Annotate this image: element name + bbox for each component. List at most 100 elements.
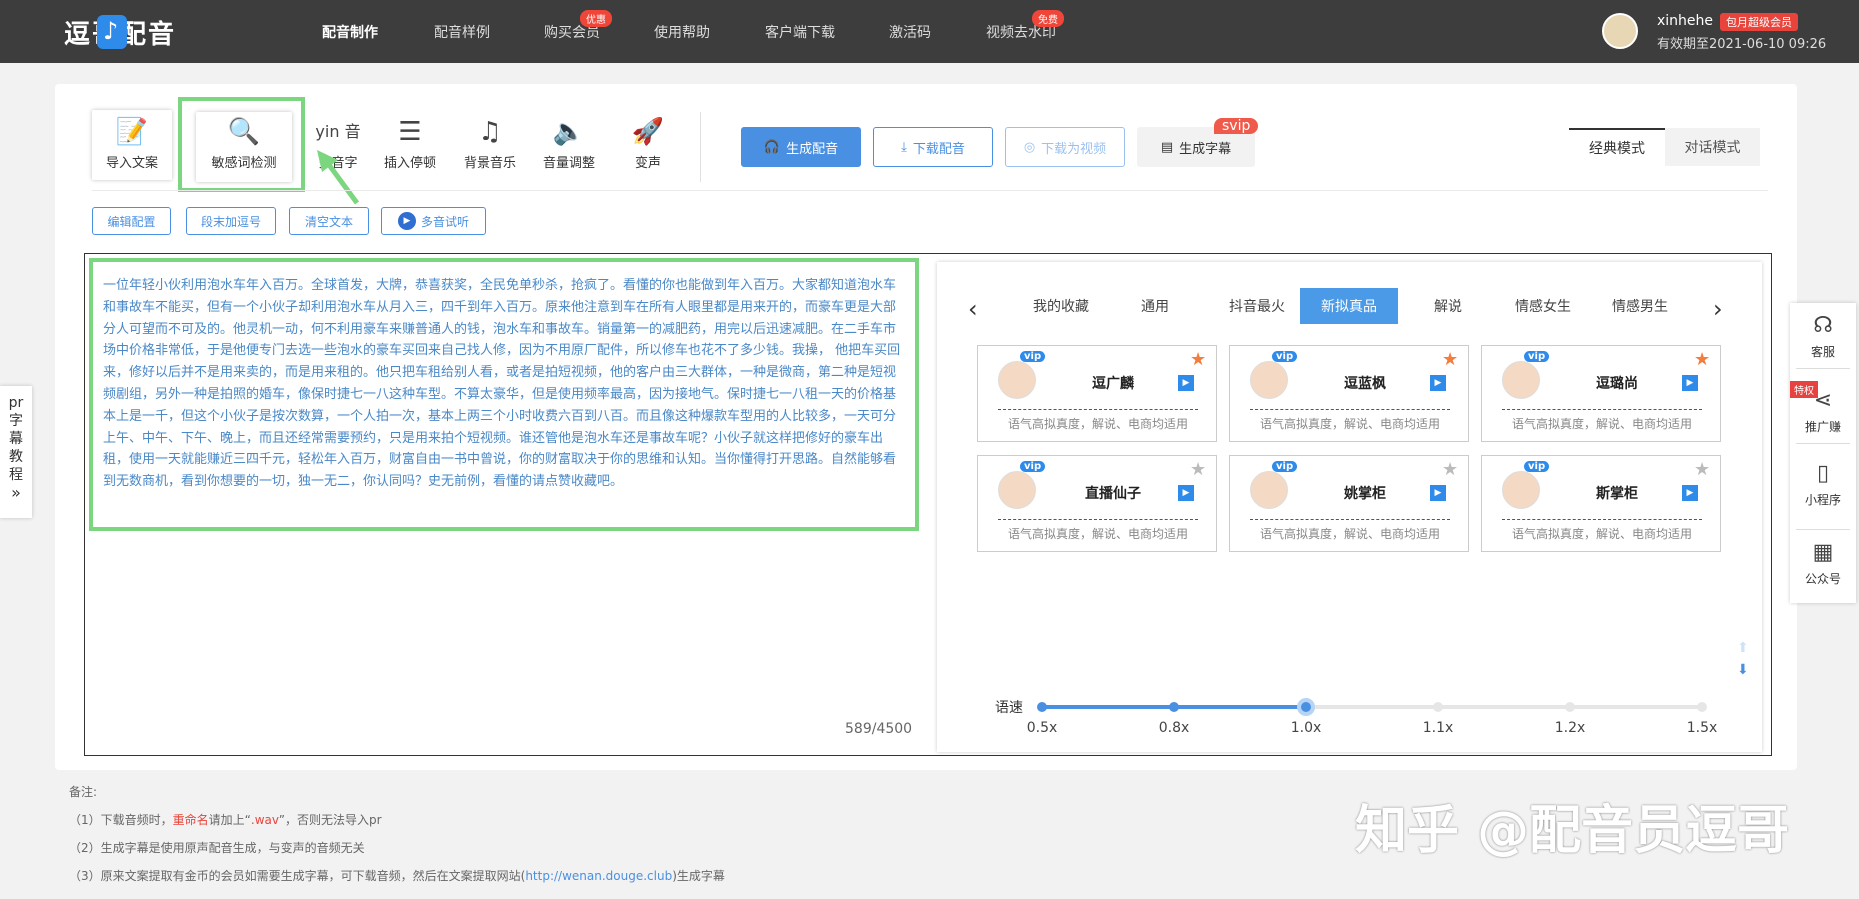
speed-option-label[interactable]: 1.1x [1413,720,1463,736]
star-icon[interactable]: ★ [1442,459,1458,480]
star-icon[interactable]: ★ [1442,349,1458,370]
polyphone-icon: yin 音 [315,122,361,141]
voice-name: 姚掌柜 [1344,486,1386,502]
download-icon: ⤓ [901,139,907,155]
button-label: 下载为视频 [1041,141,1107,157]
tab-douyin-hot[interactable]: 抖音最火 [1215,288,1299,324]
vip-tag: vip [1524,461,1550,472]
play-icon[interactable]: ▶ [1682,485,1698,501]
import-doc-tool[interactable]: 📝 导入文案 [97,112,167,171]
voice-card[interactable]: vip 逗璐尚 ▶ ★ 语气高拟真度，解说、电商均适用 [1481,345,1721,442]
nav-activation-code[interactable]: 激活码 [889,22,931,42]
speed-stop[interactable] [1565,702,1575,712]
user-avatar[interactable] [1602,13,1638,49]
note-text: （3）原来文案提取有金币的会员如需要生成字幕，可下载音频，然后在文案提取网站( [69,869,526,883]
divider [998,409,1198,410]
speed-option-label[interactable]: 1.0x [1281,720,1331,736]
note-line-3: （3）原来文案提取有金币的会员如需要生成字幕，可下载音频，然后在文案提取网站(h… [69,867,725,884]
double-chevron-right-icon: » [11,483,21,502]
speed-option-label[interactable]: 1.5x [1677,720,1727,736]
star-icon[interactable]: ★ [1694,459,1710,480]
official-account-item[interactable]: ▦ 公众号 [1790,540,1856,587]
voice-name: 直播仙子 [1085,486,1141,502]
scroll-up-icon[interactable]: ⬆ [1737,640,1749,656]
divider [1796,368,1850,369]
star-icon[interactable]: ★ [1190,349,1206,370]
multi-listen-button[interactable]: ▶ 多音试听 [381,207,486,235]
logo[interactable]: 逗哥配音 [28,12,176,52]
voice-card[interactable]: vip 逗蓝枫 ▶ ★ 语气高拟真度，解说、电商均适用 [1229,345,1469,442]
voice-card[interactable]: vip 姚掌柜 ▶ ★ 语气高拟真度，解说、电商均适用 [1229,455,1469,552]
pr-subtitle-tutorial-tab[interactable]: pr字幕教程 » [0,386,32,518]
voice-card[interactable]: vip 斯掌柜 ▶ ★ 语气高拟真度，解说、电商均适用 [1481,455,1721,552]
tab-general[interactable]: 通用 [1118,288,1192,324]
nav-help[interactable]: 使用帮助 [654,22,710,42]
play-icon[interactable]: ▶ [1682,375,1698,391]
download-video-button[interactable]: ◎ 下载为视频 [1005,127,1125,167]
voice-avatar [1250,471,1288,509]
free-badge: 免费 [1032,10,1064,27]
chevron-left-icon[interactable]: ‹ [968,295,978,323]
green-arrow-icon [317,150,360,205]
speed-option-label[interactable]: 0.8x [1149,720,1199,736]
music-note-logo-icon [97,15,127,49]
scroll-down-icon[interactable]: ⬇ [1737,662,1749,678]
speed-slider[interactable] [1037,698,1707,716]
tab-commentary[interactable]: 解说 [1408,288,1488,324]
speed-stop[interactable] [1037,702,1047,712]
star-icon[interactable]: ★ [1694,349,1710,370]
volume-tool[interactable]: 🔈 音量调整 [534,112,604,171]
play-icon[interactable]: ▶ [1178,485,1194,501]
play-icon[interactable]: ▶ [1178,375,1194,391]
vip-tag: vip [1020,461,1046,472]
script-text[interactable]: 一位年轻小伙利用泡水车年入百万。全球首发，大牌，恭喜获奖，全民免单秒杀，抢疯了。… [103,275,903,493]
clear-text-button[interactable]: 清空文本 [289,207,369,235]
bg-music-tool[interactable]: ♫ 背景音乐 [455,112,525,171]
speed-stop[interactable] [1169,702,1179,712]
button-label: 生成字幕 [1179,141,1232,157]
voice-avatar [998,361,1036,399]
nav-client-download[interactable]: 客户端下载 [765,22,835,42]
tab-new-realistic[interactable]: 新拟真品 [1300,288,1398,324]
chevron-right-icon[interactable]: › [1713,295,1723,323]
qrcode-icon: ▦ [1812,540,1834,565]
vip-tag: vip [1272,351,1298,362]
edit-config-button[interactable]: 编辑配置 [92,207,171,235]
play-icon[interactable]: ▶ [1430,375,1446,391]
voice-card[interactable]: vip 直播仙子 ▶ ★ 语气高拟真度，解说、电商均适用 [977,455,1217,552]
voice-avatar [1502,471,1540,509]
play-icon[interactable]: ▶ [1430,485,1446,501]
note-link[interactable]: http://wenan.douge.club [525,869,672,883]
tool-label: 背景音乐 [463,156,516,171]
speed-option-label[interactable]: 1.2x [1545,720,1595,736]
voice-avatar [1250,361,1288,399]
voice-card[interactable]: vip 逗广麟 ▶ ★ 语气高拟真度，解说、电商均适用 [977,345,1217,442]
tab-favorites[interactable]: 我的收藏 [1020,288,1102,324]
tab-emotional-female[interactable]: 情感女生 [1502,288,1584,324]
star-icon[interactable]: ★ [1190,459,1206,480]
speed-label: 语速 [995,700,1023,716]
download-dubbing-button[interactable]: ⤓ 下载配音 [873,127,993,167]
generate-dubbing-button[interactable]: 🎧 生成配音 [741,127,861,167]
speed-stop[interactable] [1697,702,1707,712]
speed-stop[interactable] [1297,698,1315,716]
customer-service-item[interactable]: ☊ 客服 [1790,313,1856,360]
voice-desc: 语气高拟真度，解说、电商均适用 [1511,417,1692,431]
tab-emotional-male[interactable]: 情感男生 [1598,288,1682,324]
vip-badge: 包月超级会员 [1720,13,1798,31]
tab-dialog-mode[interactable]: 对话模式 [1665,128,1760,166]
tab-classic-mode[interactable]: 经典模式 [1569,128,1665,166]
speed-option-label[interactable]: 0.5x [1017,720,1067,736]
insert-pause-tool[interactable]: ☰ 插入停顿 [375,112,445,171]
mini-program-item[interactable]: ▯ 小程序 [1790,461,1856,508]
nav-dubbing[interactable]: 配音制作 [322,22,378,42]
nav-samples[interactable]: 配音样例 [434,22,490,42]
item-label: 推广赚 [1804,420,1841,434]
tool-label: 变声 [634,156,661,171]
username[interactable]: xinhehe [1657,13,1713,29]
add-comma-button[interactable]: 段末加逗号 [186,207,276,235]
note-text: 请加上“ [208,813,251,827]
note-line-1: （1）下载音频时，重命名请加上“.wav”，否则无法导入pr [69,811,382,828]
speed-stop[interactable] [1433,702,1443,712]
voice-change-tool[interactable]: 🚀 变声 [613,112,683,171]
